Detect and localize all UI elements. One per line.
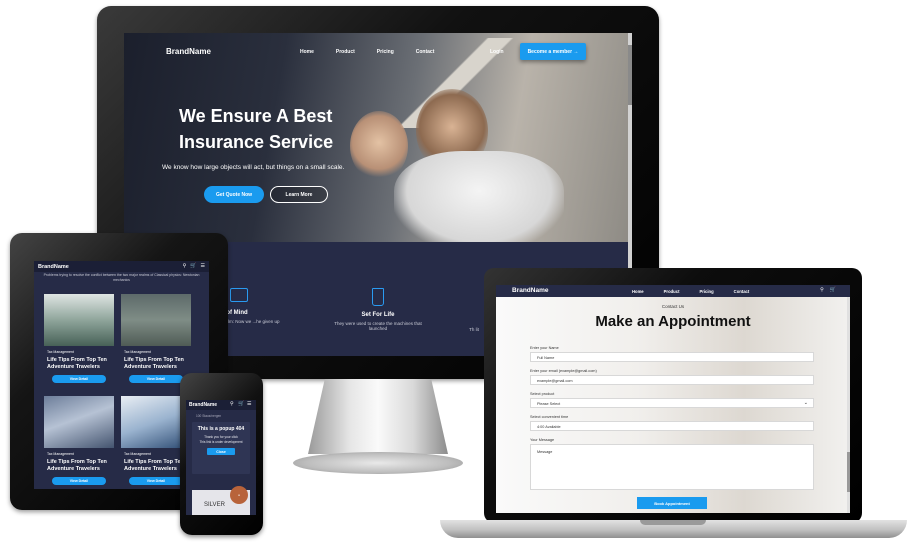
scrollbar-thumb[interactable] xyxy=(628,45,632,105)
phone: BrandName ⚲ 🛒 ☰ 100 Staus/nergen This is… xyxy=(180,373,263,535)
card-image xyxy=(121,294,191,346)
cart-icon[interactable]: 🛒 xyxy=(830,287,836,293)
hero-subtitle: We know how large objects will act, but … xyxy=(162,164,345,171)
responsive-mockup: BrandName Home Product Pricing Contact L… xyxy=(0,0,915,545)
name-label: Enter your Name xyxy=(530,346,559,350)
cart-icon[interactable]: 🛒 xyxy=(238,401,244,407)
view-detail-button[interactable]: View Detail xyxy=(52,375,106,383)
message-textarea[interactable]: Message xyxy=(530,444,814,490)
book-appointment-button[interactable]: Book Appointment xyxy=(637,497,707,509)
product-label: Select product xyxy=(530,392,555,396)
view-detail-button[interactable]: View Detail xyxy=(52,477,106,485)
laptop-notch xyxy=(640,520,706,525)
email-label: Enter your email (example@gmail.com) xyxy=(530,369,597,373)
menu-icon[interactable]: ☰ xyxy=(201,263,205,269)
card-category: Tax Management xyxy=(47,350,74,354)
desktop-nav-links: Home Product Pricing Contact xyxy=(300,49,456,55)
feature-title: Set For Life xyxy=(361,312,395,318)
menu-hint: 100 Staus/nergen xyxy=(196,414,222,418)
view-detail-button[interactable]: View Detail xyxy=(129,375,183,383)
time-label: Select convenient time xyxy=(530,415,569,419)
search-icon[interactable]: ⚲ xyxy=(230,401,234,407)
laptop-nav-links: Home Product Pricing Contact xyxy=(632,289,769,294)
close-button[interactable]: Close xyxy=(207,448,235,455)
floating-action-button[interactable]: ● xyxy=(230,486,248,504)
menu-icon[interactable]: ☰ xyxy=(247,401,251,407)
feature-third: Th lit xyxy=(464,324,484,332)
phone-nav: BrandName ⚲ 🛒 ☰ xyxy=(186,400,256,410)
nav-product[interactable]: Product xyxy=(336,49,355,55)
nav-pricing[interactable]: Pricing xyxy=(377,49,394,55)
card-category: Tax Management xyxy=(47,452,74,456)
cart-icon[interactable]: 🛒 xyxy=(190,263,196,269)
intro-text: Problems trying to resolve the conflict … xyxy=(43,273,200,282)
popup-text: This link is under development xyxy=(199,439,243,444)
popup-title: This is a popup 404 xyxy=(197,426,245,432)
become-member-button[interactable]: Become a member → xyxy=(520,43,586,60)
card-category: Tax Management xyxy=(124,350,151,354)
feature-text: They were used to create the machines th… xyxy=(334,321,422,331)
card-icon xyxy=(230,288,248,302)
nav-pricing[interactable]: Pricing xyxy=(699,289,713,294)
email-field[interactable]: example@gmail.com xyxy=(530,375,814,385)
card-title[interactable]: Life Tips From Top Ten Adventure Travele… xyxy=(47,357,114,371)
card-image xyxy=(44,294,114,346)
tablet-nav: BrandName ⚲ 🛒 ☰ xyxy=(34,261,209,272)
hero-title: We Ensure A Best Insurance Service xyxy=(179,106,334,152)
scrollbar-thumb[interactable] xyxy=(847,452,850,492)
nav-product[interactable]: Product xyxy=(664,289,680,294)
card-image xyxy=(44,396,114,448)
nav-home[interactable]: Home xyxy=(300,49,314,55)
message-label: Your Message xyxy=(530,438,555,442)
product-select[interactable]: Please Select ⌄ xyxy=(530,398,814,408)
nav-contact[interactable]: Contact xyxy=(734,289,750,294)
laptop-nav-icons: ⚲ 🛒 xyxy=(820,287,836,293)
brand-logo[interactable]: BrandName xyxy=(38,264,69,270)
card-title[interactable]: Life Tips From Top Ten Adventure Travele… xyxy=(47,459,114,473)
appointment-title: Make an Appointment xyxy=(595,313,751,330)
monitor-base xyxy=(293,452,463,474)
get-quote-button[interactable]: Get Quote Now xyxy=(204,186,264,203)
learn-more-button[interactable]: Learn More xyxy=(270,186,328,203)
desktop-nav: BrandName Home Product Pricing Contact L… xyxy=(124,33,632,73)
book-icon xyxy=(372,288,384,306)
search-icon[interactable]: ⚲ xyxy=(820,287,824,293)
chevron-down-icon: ⌄ xyxy=(803,400,808,406)
article-card: Tax Management Life Tips From Top Ten Ad… xyxy=(44,294,114,389)
phone-screen: BrandName ⚲ 🛒 ☰ 100 Staus/nergen This is… xyxy=(186,400,256,515)
card-title[interactable]: Life Tips From Top Ten Adventure Travele… xyxy=(124,357,191,371)
monitor-stand xyxy=(308,379,448,454)
contact-us-label: Contact Us xyxy=(661,304,685,309)
view-detail-button[interactable]: View Detail xyxy=(129,477,183,485)
laptop-screen: BrandName Home Product Pricing Contact ⚲… xyxy=(496,285,850,513)
brand-logo[interactable]: BrandName xyxy=(512,287,548,294)
time-field[interactable]: 4:00 Available xyxy=(530,421,814,431)
product-select-value: Please Select xyxy=(537,402,561,406)
popup-dialog: This is a popup 404 Thank you for your c… xyxy=(192,422,250,474)
feature-text: Th lit xyxy=(469,327,479,332)
feature-set-for-life: Set For Life They were used to create th… xyxy=(334,288,422,331)
article-card: Tax Management Life Tips From Top Ten Ad… xyxy=(121,294,191,389)
laptop-scrollbar[interactable] xyxy=(847,297,850,513)
article-card: Tax Management Life Tips From Top Ten Ad… xyxy=(44,396,114,489)
brand-logo[interactable]: BrandName xyxy=(166,47,211,56)
laptop-nav: BrandName Home Product Pricing Contact ⚲… xyxy=(496,285,850,297)
laptop: BrandName Home Product Pricing Contact ⚲… xyxy=(484,268,862,523)
name-field[interactable]: Full Name xyxy=(530,352,814,362)
search-icon[interactable]: ⚲ xyxy=(183,263,187,269)
login-link[interactable]: Login xyxy=(490,49,504,55)
brand-logo[interactable]: BrandName xyxy=(189,402,217,408)
plan-name: SILVER xyxy=(204,502,225,508)
nav-contact[interactable]: Contact xyxy=(416,49,435,55)
tablet-nav-icons: ⚲ 🛒 ☰ xyxy=(183,263,205,269)
nav-home[interactable]: Home xyxy=(632,289,644,294)
